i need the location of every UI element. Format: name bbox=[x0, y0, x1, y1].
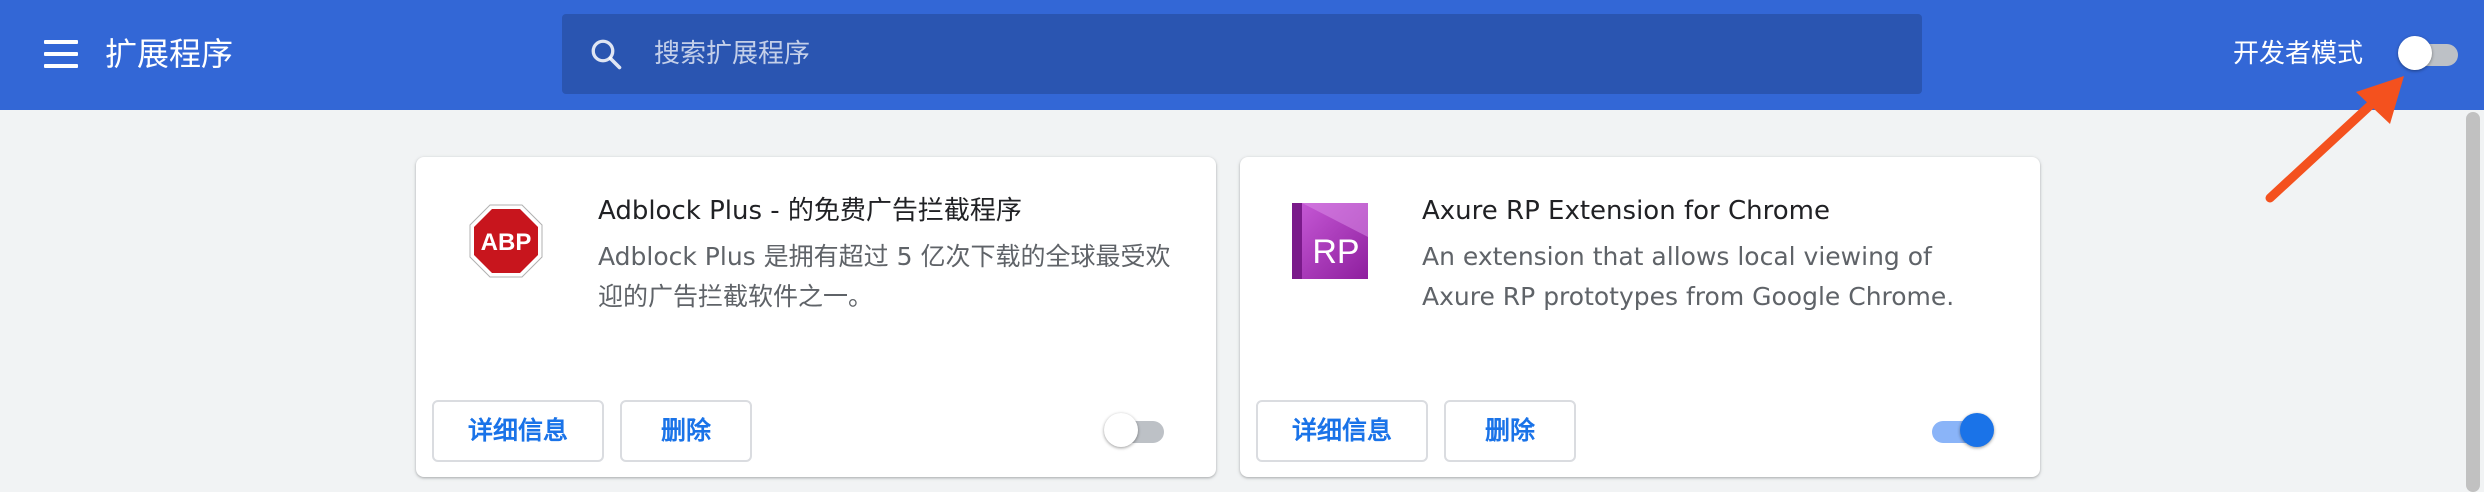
developer-mode-label: 开发者模式 bbox=[2233, 39, 2364, 69]
axure-rp-icon: RP bbox=[1292, 203, 1368, 279]
details-button[interactable]: 详细信息 bbox=[432, 400, 604, 462]
hamburger-menu-icon[interactable] bbox=[44, 40, 78, 68]
remove-button[interactable]: 删除 bbox=[1444, 400, 1576, 462]
extension-name: Adblock Plus - 的免费广告拦截程序 bbox=[598, 196, 1022, 226]
abp-stop-sign-icon: ABP bbox=[469, 204, 543, 278]
axure-icon-text: RP bbox=[1312, 233, 1359, 271]
scrollbar[interactable] bbox=[2466, 112, 2480, 492]
extension-card-axure-rp: RP Axure RP Extension for Chrome An exte… bbox=[1240, 157, 2040, 477]
extension-name: Axure RP Extension for Chrome bbox=[1422, 196, 1830, 226]
extension-card-adblock-plus: ABP Adblock Plus - 的免费广告拦截程序 Adblock Plu… bbox=[416, 157, 1216, 477]
extension-description: Adblock Plus 是拥有超过 5 亿次下载的全球最受欢迎的广告拦截软件之… bbox=[598, 242, 1171, 311]
top-bar: 扩展程序 开发者模式 bbox=[0, 0, 2484, 110]
search-input[interactable] bbox=[654, 30, 1854, 78]
remove-button[interactable]: 删除 bbox=[620, 400, 752, 462]
page-title: 扩展程序 bbox=[105, 35, 234, 73]
search-icon bbox=[591, 39, 622, 70]
extension-description: An extension that allows local viewing o… bbox=[1422, 242, 1955, 311]
search-box[interactable] bbox=[562, 14, 1922, 94]
details-button[interactable]: 详细信息 bbox=[1256, 400, 1428, 462]
annotation-arrow-icon bbox=[2265, 76, 2404, 203]
abp-icon-text: ABP bbox=[481, 229, 532, 256]
